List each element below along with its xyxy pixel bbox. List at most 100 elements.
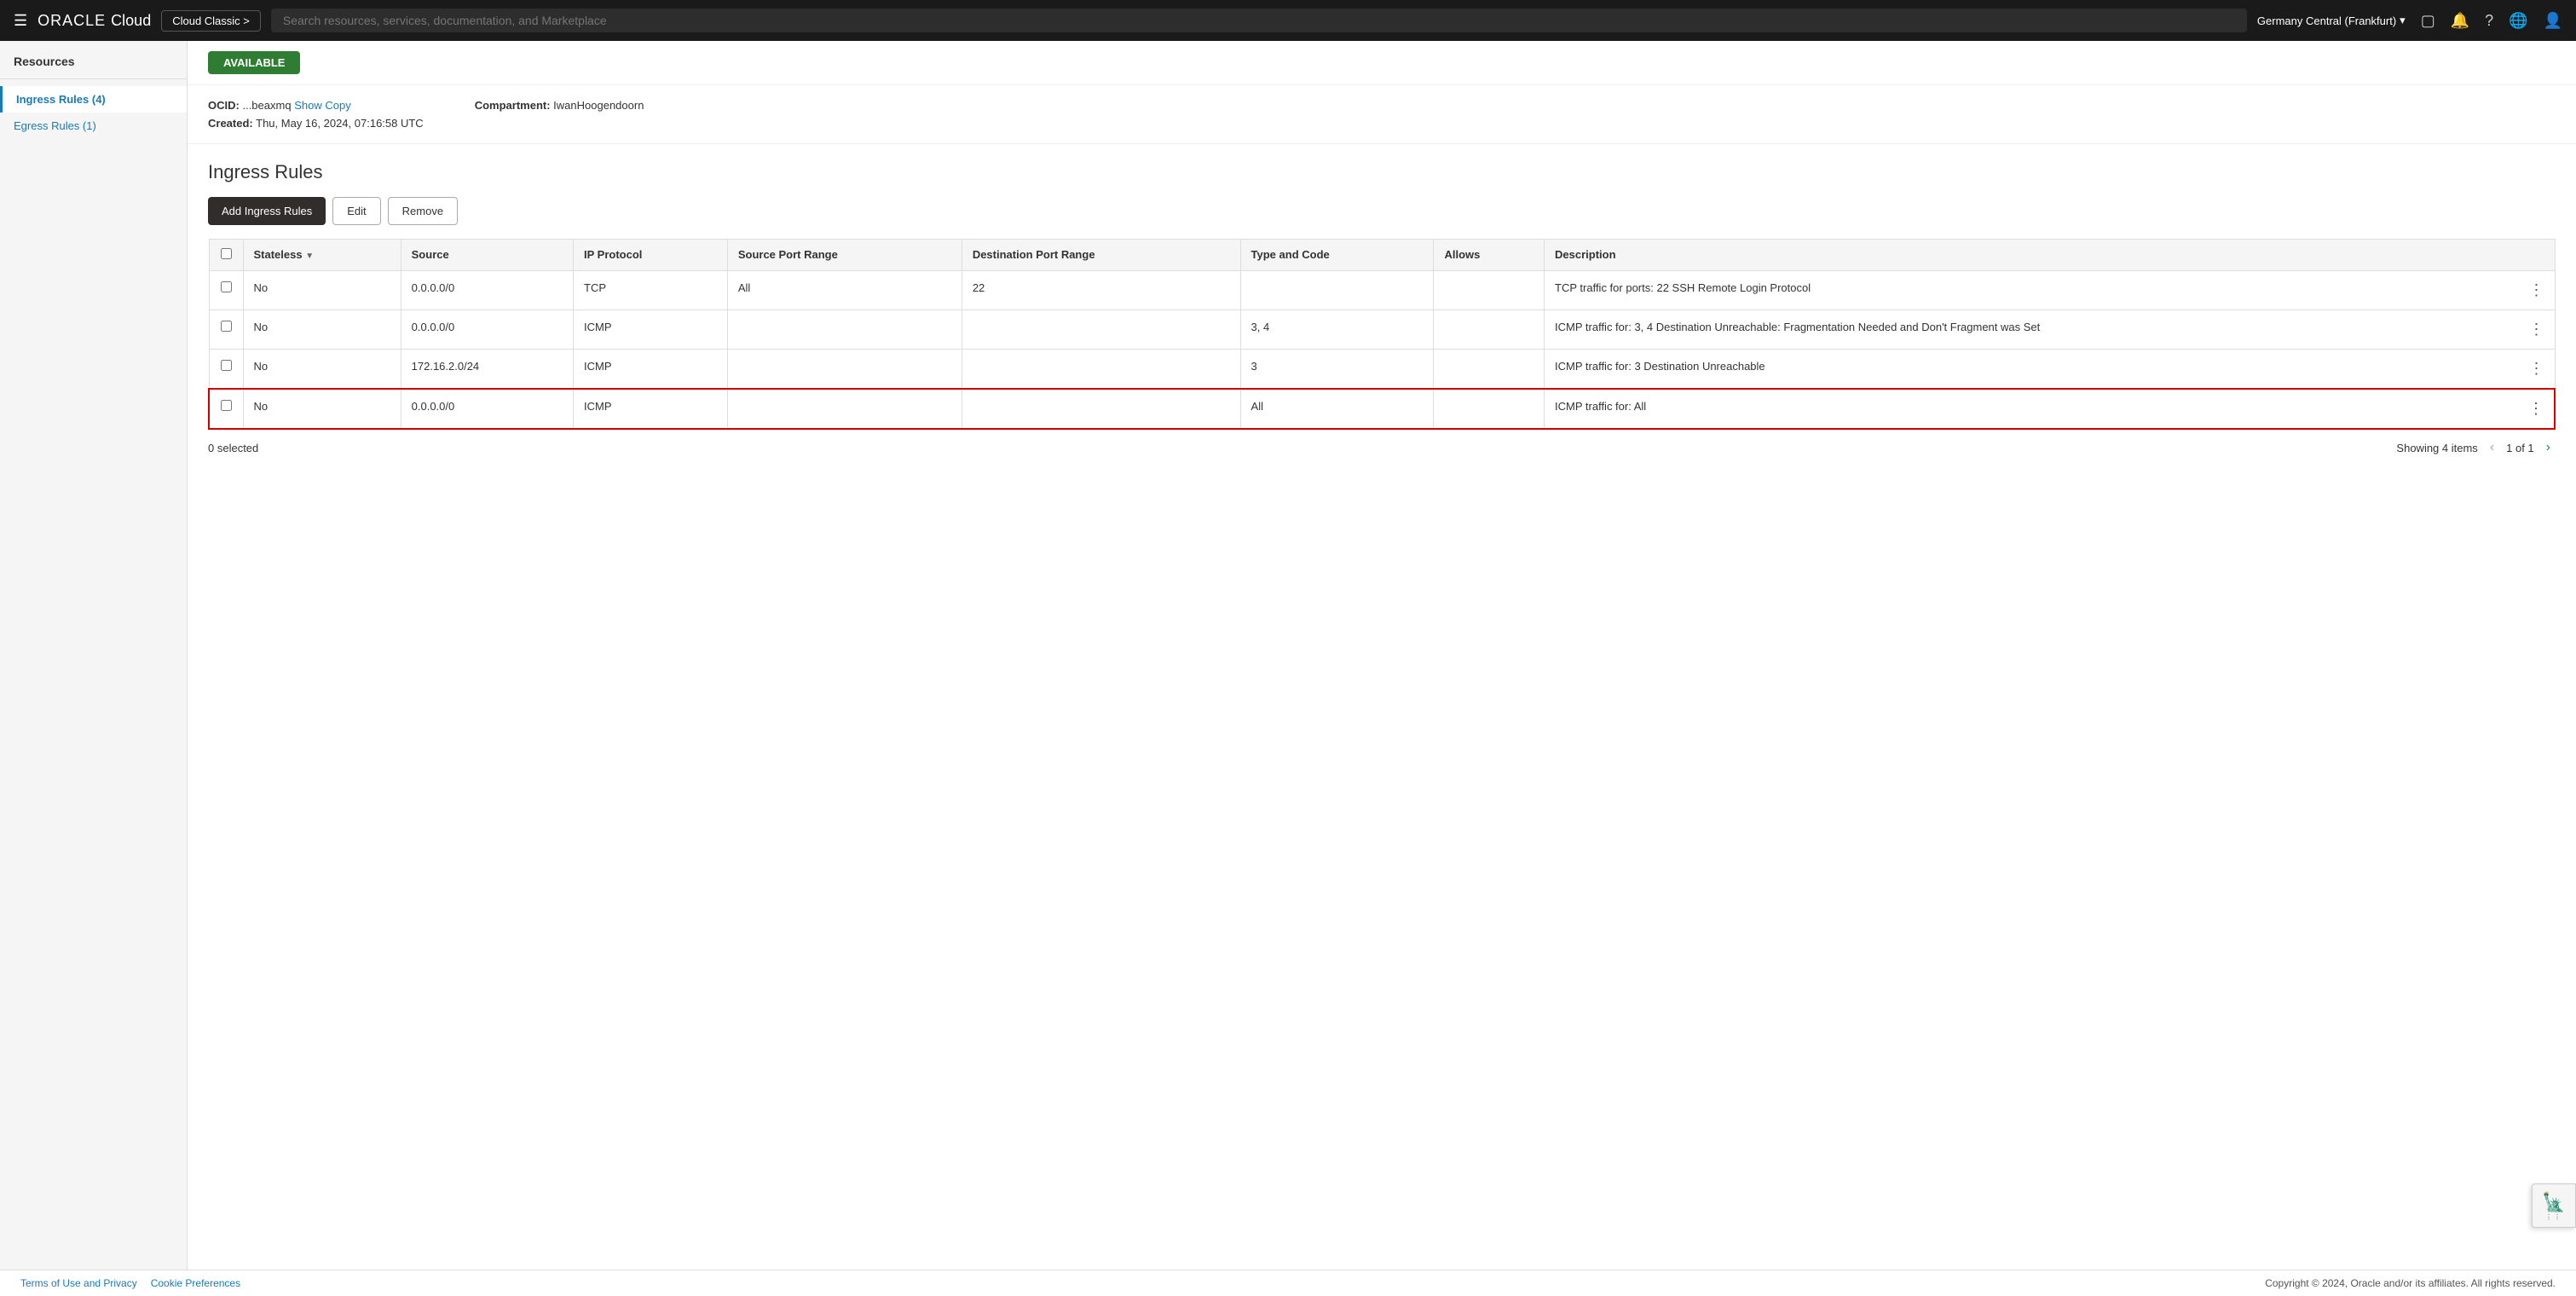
table-footer: 0 selected Showing 4 items ‹ 1 of 1 › — [208, 430, 2556, 466]
description-cell: TCP traffic for ports: 22 SSH Remote Log… — [1545, 271, 2555, 310]
ip-protocol-cell: ICMP — [574, 310, 728, 350]
help-widget[interactable]: 🗽 ⋮⋮ — [2532, 1183, 2576, 1228]
cloud-text: Cloud — [111, 12, 151, 30]
created-info: Created: Thu, May 16, 2024, 07:16:58 UTC — [208, 117, 424, 130]
source-cell: 0.0.0.0/0 — [401, 389, 573, 429]
cloud-classic-button[interactable]: Cloud Classic > — [161, 10, 261, 32]
ocid-value: ...beaxmq — [242, 99, 291, 112]
cookie-link[interactable]: Cookie Preferences — [151, 1277, 240, 1289]
source-port-range-cell — [727, 350, 962, 390]
search-input[interactable] — [271, 9, 2247, 32]
sidebar-item-egress-rules[interactable]: Egress Rules (1) — [0, 113, 187, 139]
table-row: No 0.0.0.0/0 ICMP 3, 4 ICMP traffic for:… — [209, 310, 2555, 350]
source-port-range-cell — [727, 310, 962, 350]
region-selector[interactable]: Germany Central (Frankfurt) ▾ — [2257, 14, 2406, 27]
row-checkbox-cell — [209, 271, 243, 310]
ingress-rules-section: Ingress Rules Add Ingress Rules Edit Rem… — [188, 144, 2576, 483]
dest-port-range-cell — [962, 310, 1240, 350]
sidebar-title: Resources — [0, 55, 187, 79]
language-icon[interactable]: 🌐 — [2509, 12, 2527, 30]
allows-cell — [1434, 350, 1545, 390]
ingress-rules-table: Stateless ▼ Source IP Protocol Source Po… — [208, 239, 2556, 430]
row-actions-menu[interactable]: ⋮ — [2529, 321, 2544, 338]
selected-count: 0 selected — [208, 442, 258, 454]
stateless-cell: No — [243, 350, 401, 390]
sidebar: Resources Ingress Rules (4) Egress Rules… — [0, 41, 188, 1296]
description-cell: ICMP traffic for: 3 Destination Unreacha… — [1545, 350, 2555, 390]
help-widget-icon: 🗽 — [2542, 1191, 2565, 1213]
row-checkbox-cell — [209, 310, 243, 350]
hamburger-menu-icon[interactable]: ☰ — [14, 12, 27, 30]
showing-items: Showing 4 items — [2396, 442, 2477, 454]
row-checkbox[interactable] — [221, 321, 232, 332]
main-content: AVAILABLE OCID: ...beaxmq Show Copy Crea… — [188, 41, 2576, 1296]
status-badge: AVAILABLE — [208, 51, 300, 74]
compartment-label: Compartment: — [475, 99, 551, 112]
source-cell: 0.0.0.0/0 — [401, 271, 573, 310]
source-port-range-header: Source Port Range — [727, 240, 962, 271]
select-all-checkbox[interactable] — [221, 248, 232, 259]
stateless-cell: No — [243, 310, 401, 350]
show-link[interactable]: Show — [294, 99, 322, 112]
notification-icon[interactable]: 🔔 — [2451, 12, 2469, 30]
pagination: Showing 4 items ‹ 1 of 1 › — [2396, 438, 2556, 457]
row-actions-menu[interactable]: ⋮ — [2529, 360, 2544, 378]
row-checkbox-cell — [209, 350, 243, 390]
allows-cell — [1434, 389, 1545, 429]
allows-cell — [1434, 310, 1545, 350]
copy-link[interactable]: Copy — [325, 99, 350, 112]
remove-button[interactable]: Remove — [388, 197, 458, 225]
table-row: No 0.0.0.0/0 ICMP All ICMP traffic for: … — [209, 389, 2555, 429]
created-label: Created: — [208, 117, 253, 130]
created-value: Thu, May 16, 2024, 07:16:58 UTC — [256, 117, 424, 130]
description-cell: ICMP traffic for: 3, 4 Destination Unrea… — [1545, 310, 2555, 350]
ip-protocol-cell: TCP — [574, 271, 728, 310]
type-and-code-cell: 3, 4 — [1240, 310, 1434, 350]
user-avatar[interactable]: 👤 — [2544, 12, 2562, 30]
row-checkbox[interactable] — [221, 281, 232, 292]
page-title: Ingress Rules — [208, 161, 2556, 183]
sidebar-item-ingress-rules[interactable]: Ingress Rules (4) — [0, 86, 187, 113]
copyright-text: Copyright © 2024, Oracle and/or its affi… — [2265, 1277, 2556, 1289]
status-section: AVAILABLE — [188, 41, 2576, 85]
select-all-header — [209, 240, 243, 271]
region-label: Germany Central (Frankfurt) — [2257, 14, 2396, 27]
type-and-code-header: Type and Code — [1240, 240, 1434, 271]
terms-link[interactable]: Terms of Use and Privacy — [20, 1277, 137, 1289]
resource-info: OCID: ...beaxmq Show Copy Created: Thu, … — [188, 85, 2576, 144]
toolbar: Add Ingress Rules Edit Remove — [208, 197, 2556, 225]
add-ingress-rules-button[interactable]: Add Ingress Rules — [208, 197, 326, 225]
edit-button[interactable]: Edit — [332, 197, 380, 225]
resource-info-left: OCID: ...beaxmq Show Copy Created: Thu, … — [208, 99, 424, 130]
dest-port-range-cell — [962, 350, 1240, 390]
help-widget-dots: ⋮⋮ — [2545, 1213, 2562, 1221]
page-indicator: 1 of 1 — [2506, 442, 2534, 454]
source-port-range-cell — [727, 389, 962, 429]
compartment-value: IwanHoogendoorn — [553, 99, 644, 112]
source-cell: 0.0.0.0/0 — [401, 310, 573, 350]
prev-page-button[interactable]: ‹ — [2485, 438, 2499, 457]
type-and-code-cell: 3 — [1240, 350, 1434, 390]
type-and-code-cell: All — [1240, 389, 1434, 429]
table-row: No 172.16.2.0/24 ICMP 3 ICMP traffic for… — [209, 350, 2555, 390]
row-checkbox-cell — [209, 389, 243, 429]
row-actions-menu[interactable]: ⋮ — [2528, 400, 2544, 418]
dest-port-range-cell: 22 — [962, 271, 1240, 310]
type-and-code-cell — [1240, 271, 1434, 310]
stateless-header[interactable]: Stateless ▼ — [243, 240, 401, 271]
next-page-button[interactable]: › — [2541, 438, 2556, 457]
table-row: No 0.0.0.0/0 TCP All 22 TCP traffic for … — [209, 271, 2555, 310]
compartment-info: Compartment: IwanHoogendoorn — [475, 99, 644, 112]
description-cell: ICMP traffic for: All ⋮ — [1545, 389, 2555, 429]
source-port-range-cell: All — [727, 271, 962, 310]
ocid-label: OCID: — [208, 99, 240, 112]
console-icon[interactable]: ▢ — [2421, 12, 2435, 30]
ip-protocol-cell: ICMP — [574, 389, 728, 429]
resource-info-right: Compartment: IwanHoogendoorn — [475, 99, 644, 112]
row-actions-menu[interactable]: ⋮ — [2529, 281, 2544, 299]
row-checkbox[interactable] — [221, 360, 232, 371]
row-checkbox[interactable] — [221, 400, 232, 411]
dest-port-range-header: Destination Port Range — [962, 240, 1240, 271]
help-icon[interactable]: ? — [2485, 12, 2493, 30]
top-navigation: ☰ ORACLE Cloud Cloud Classic > Germany C… — [0, 0, 2576, 41]
